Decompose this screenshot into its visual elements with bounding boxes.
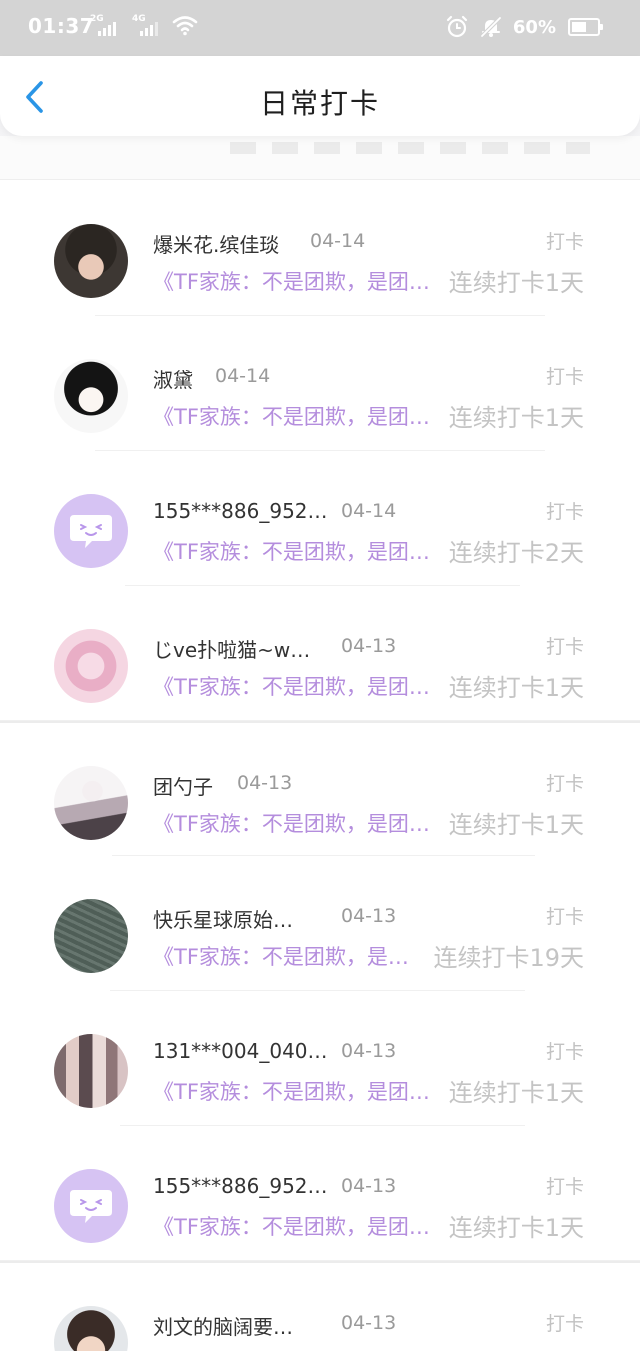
- streak-count: 连续打卡1天: [449, 1345, 584, 1351]
- checkin-row[interactable]: 155***886_952… 04-14 打卡 《TF家族：不是团欺，是团… 连…: [0, 451, 640, 586]
- checkin-tag: 打卡: [545, 636, 584, 658]
- user-name: 131***004_040…: [153, 1039, 328, 1063]
- course-title[interactable]: 《TF家族：不是团欺，是团…: [153, 1076, 430, 1106]
- checkin-row[interactable]: じve扑啦猫~w… 04-13 打卡 《TF家族：不是团欺，是团… 连续打卡1天: [0, 586, 640, 721]
- course-title[interactable]: 《TF家族：不是团欺，是…: [153, 941, 409, 971]
- battery-level: [572, 22, 587, 32]
- pink-anime-avatar[interactable]: [54, 629, 128, 703]
- course-title[interactable]: 《TF家族：不是团欺，是团…: [153, 266, 430, 296]
- streak-count: 连续打卡1天: [448, 269, 584, 297]
- course-title[interactable]: 《TF家族：不是团欺，是团…: [153, 536, 430, 566]
- user-name: 淑黛: [153, 368, 193, 392]
- checkin-row[interactable]: 刘文的脑阔要… 04-13 打卡 《TF家族：不是团欺，是团… 连续打卡1天: [0, 1261, 640, 1351]
- status-bar: 01:37 2G 4G 60%: [0, 0, 640, 56]
- page-title: 日常打卡: [259, 87, 380, 120]
- signal-icon: 2G: [90, 14, 124, 38]
- checkin-row[interactable]: 淑黛 04-14 打卡 《TF家族：不是团欺，是团… 连续打卡1天: [0, 316, 640, 451]
- checkin-tag: 打卡: [545, 906, 584, 928]
- checkin-date: 04-14: [310, 230, 366, 252]
- checkin-date: 04-13: [237, 772, 293, 794]
- user-name: 刘文的脑阔要…: [153, 1315, 293, 1339]
- wifi-icon: [172, 16, 198, 36]
- course-title[interactable]: 《TF家族：不是团欺，是团…: [153, 401, 430, 431]
- checkin-tag: 打卡: [545, 773, 584, 795]
- anime-avatar[interactable]: [54, 359, 128, 433]
- checkin-row[interactable]: 快乐星球原始… 04-13 打卡 《TF家族：不是团欺，是… 连续打卡19天: [0, 856, 640, 991]
- checkin-row[interactable]: 团勺子 04-13 打卡 《TF家族：不是团欺，是团… 连续打卡1天: [0, 721, 640, 856]
- battery-percent: 60%: [512, 16, 556, 38]
- user-name: じve扑啦猫~w…: [153, 638, 311, 662]
- user-name: 155***886_952…: [153, 499, 328, 523]
- course-title[interactable]: 《TF家族：不是团欺，是团…: [153, 1211, 430, 1241]
- user-name: 155***886_952…: [153, 1174, 328, 1198]
- checkin-tag: 打卡: [545, 1041, 584, 1063]
- streak-count: 连续打卡19天: [433, 944, 584, 972]
- course-title[interactable]: 《TF家族：不是团欺，是团…: [153, 671, 430, 701]
- checkin-list[interactable]: 爆米花.缤佳琰 04-14 打卡 《TF家族：不是团欺，是团… 连续打卡1天 淑…: [0, 136, 640, 1351]
- photo-avatar[interactable]: [54, 224, 128, 298]
- signal-icon: 4G: [132, 14, 166, 38]
- streak-count: 连续打卡1天: [448, 1214, 584, 1242]
- streak-count: 连续打卡2天: [448, 539, 584, 567]
- checkin-row[interactable]: 131***004_040… 04-13 打卡 《TF家族：不是团欺，是团… 连…: [0, 991, 640, 1126]
- user-name: 爆米花.缤佳琰: [153, 233, 280, 257]
- mute-icon: [480, 16, 502, 38]
- checkin-date: 04-14: [341, 500, 397, 522]
- streak-count: 连续打卡1天: [448, 811, 584, 839]
- checkin-date: 04-13: [341, 1040, 397, 1062]
- bot-default-avatar[interactable]: [54, 494, 128, 568]
- user-name: 团勺子: [153, 775, 213, 799]
- checkin-row[interactable]: 155***886_952… 04-13 打卡 《TF家族：不是团欺，是团… 连…: [0, 1126, 640, 1261]
- streak-count: 连续打卡1天: [448, 674, 584, 702]
- checkin-date: 04-13: [341, 905, 397, 927]
- course-title[interactable]: 《TF家族：不是团欺，是团…: [153, 808, 430, 838]
- alarm-icon: [446, 15, 468, 38]
- nav-bar: 日常打卡: [0, 56, 640, 136]
- checkin-tag: 打卡: [545, 231, 584, 253]
- checkin-date: 04-14: [215, 365, 271, 387]
- user-name: 快乐星球原始…: [153, 908, 293, 932]
- checkin-tag: 打卡: [545, 1176, 584, 1198]
- bot-default-avatar[interactable]: [54, 1169, 128, 1243]
- boy-photo-avatar[interactable]: [54, 1306, 128, 1351]
- streak-count: 连续打卡1天: [448, 1079, 584, 1107]
- partial-row: [0, 136, 640, 180]
- status-time: 01:37: [28, 14, 95, 38]
- checkin-tag: 打卡: [545, 501, 584, 523]
- streak-count: 连续打卡1天: [448, 404, 584, 432]
- checkin-date: 04-13: [341, 635, 397, 657]
- checkin-row[interactable]: 爆米花.缤佳琰 04-14 打卡 《TF家族：不是团欺，是团… 连续打卡1天: [0, 181, 640, 316]
- checkin-date: 04-13: [341, 1175, 397, 1197]
- checkin-tag: 打卡: [545, 366, 584, 388]
- checkin-date: 04-13: [341, 1312, 397, 1334]
- grey-anime-avatar[interactable]: [54, 766, 128, 840]
- group-photo-avatar[interactable]: [54, 1034, 128, 1108]
- chalkboard-avatar[interactable]: [54, 899, 128, 973]
- battery-icon: [568, 18, 603, 36]
- checkin-tag: 打卡: [545, 1313, 584, 1335]
